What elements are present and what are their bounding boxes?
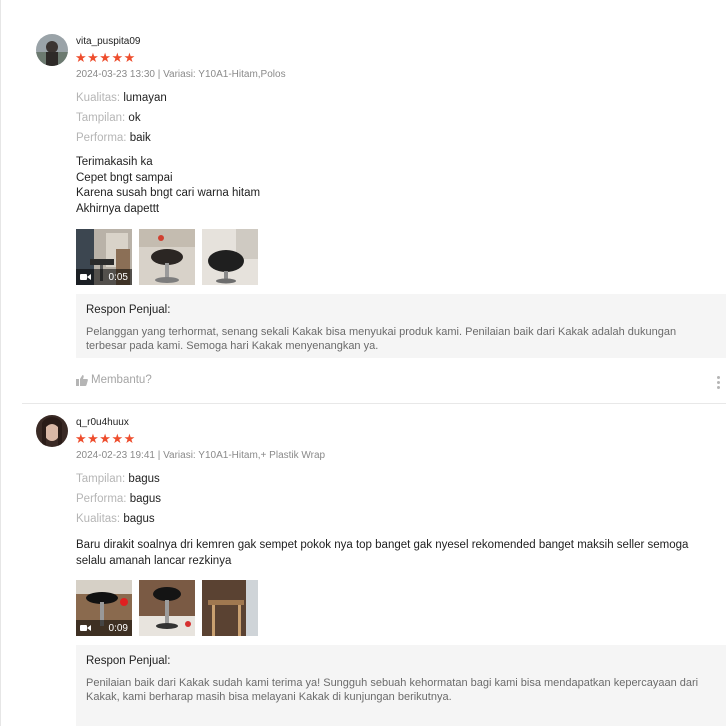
left-border [0,0,1,726]
review-meta: 2024-02-23 19:41 | Variasi: Y10A1-Hitam,… [76,450,326,461]
attribute-row: Performa: bagus [76,493,161,505]
review-comment: Baru dirakit soalnya dri kemren gak semp… [76,538,716,569]
attribute-row: Kualitas: bagus [76,513,155,525]
video-overlay: 0:09 [76,620,132,636]
seller-response-text: Penilaian baik dari Kakak sudah kami ter… [86,677,699,703]
comment-line: Baru dirakit soalnya dri kemren gak semp… [76,539,689,567]
photo-thumbnail[interactable] [202,580,258,636]
review-media: 0:09 [76,580,258,636]
star-rating: ★★★★★ [75,431,136,446]
avatar[interactable] [36,415,68,447]
photo-thumbnail[interactable] [139,580,195,636]
seller-response-title: Respon Penjual: [86,655,171,667]
attribute-value: bagus [123,513,155,525]
video-camera-icon [80,625,91,631]
video-duration: 0:09 [108,622,128,634]
review-item: q_r0u4huux ★★★★★ 2024-02-23 19:41 | Vari… [22,0,726,726]
attribute-value: bagus [129,493,162,505]
attribute-row: Tampilan: bagus [76,473,160,485]
attribute-key: Performa: [76,493,127,505]
attribute-value: bagus [128,473,160,485]
video-thumbnail[interactable]: 0:09 [76,580,132,636]
attribute-key: Kualitas: [76,513,121,525]
seller-response: Respon Penjual: Penilaian baik dari Kaka… [76,645,726,726]
username[interactable]: q_r0u4huux [76,417,129,428]
attribute-key: Tampilan: [76,473,126,485]
